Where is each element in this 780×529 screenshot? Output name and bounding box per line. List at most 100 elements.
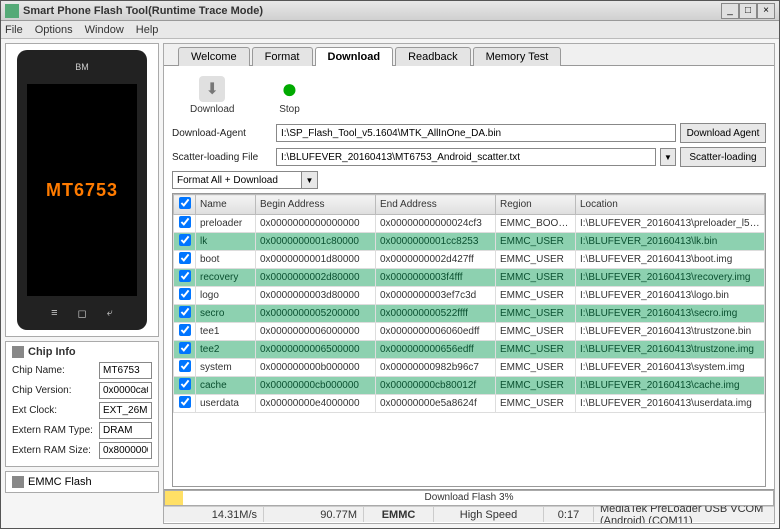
phone-preview: BM MT6753 ≡ ◻ ⤶ bbox=[5, 43, 159, 337]
cell-location: I:\BLUFEVER_20160413\logo.bin bbox=[576, 287, 765, 305]
tab-download[interactable]: Download bbox=[315, 47, 394, 66]
cell-location: I:\BLUFEVER_20160413\lk.bin bbox=[576, 233, 765, 251]
progress-bar: Download Flash 3% bbox=[164, 490, 774, 506]
table-row[interactable]: recovery 0x0000000002d80000 0x0000000003… bbox=[174, 269, 765, 287]
phone-model: MT6753 bbox=[46, 180, 118, 201]
tab-format[interactable]: Format bbox=[252, 47, 313, 66]
menu-file[interactable]: File bbox=[5, 24, 23, 36]
chip-name-field[interactable] bbox=[99, 362, 152, 379]
cell-begin: 0x00000000cb000000 bbox=[256, 377, 376, 395]
table-row[interactable]: system 0x000000000b000000 0x00000000982b… bbox=[174, 359, 765, 377]
header-end[interactable]: End Address bbox=[376, 195, 496, 215]
cell-location: I:\BLUFEVER_20160413\system.img bbox=[576, 359, 765, 377]
cell-name: logo bbox=[196, 287, 256, 305]
chip-icon bbox=[12, 346, 24, 358]
progress-text: Download Flash 3% bbox=[165, 491, 773, 505]
scatter-dropdown-icon[interactable]: ▼ bbox=[660, 148, 676, 166]
tab-memory-test[interactable]: Memory Test bbox=[473, 47, 562, 66]
header-begin[interactable]: Begin Address bbox=[256, 195, 376, 215]
cell-name: preloader bbox=[196, 215, 256, 233]
row-checkbox[interactable] bbox=[179, 270, 191, 282]
stop-button[interactable]: ● Stop bbox=[270, 74, 308, 117]
cell-begin: 0x00000000e4000000 bbox=[256, 395, 376, 413]
download-button[interactable]: ⬇ Download bbox=[184, 74, 240, 117]
row-checkbox[interactable] bbox=[179, 396, 191, 408]
scatter-loading-button[interactable]: Scatter-loading bbox=[680, 147, 766, 167]
row-checkbox[interactable] bbox=[179, 360, 191, 372]
download-mode-field[interactable] bbox=[172, 171, 302, 189]
row-checkbox[interactable] bbox=[179, 234, 191, 246]
menu-options[interactable]: Options bbox=[35, 24, 73, 36]
tab-welcome[interactable]: Welcome bbox=[178, 47, 250, 66]
cell-region: EMMC_USER bbox=[496, 377, 576, 395]
header-checkbox[interactable] bbox=[174, 195, 196, 215]
close-button[interactable]: × bbox=[757, 3, 775, 19]
status-time: 0:17 bbox=[544, 507, 594, 522]
tab-readback[interactable]: Readback bbox=[395, 47, 471, 66]
table-row[interactable]: cache 0x00000000cb000000 0x00000000cb800… bbox=[174, 377, 765, 395]
download-agent-field[interactable] bbox=[276, 124, 676, 142]
download-agent-button[interactable]: Download Agent bbox=[680, 123, 766, 143]
ram-type-field[interactable] bbox=[99, 422, 152, 439]
scatter-file-field[interactable] bbox=[276, 148, 656, 166]
menu-key-icon: ≡ bbox=[51, 307, 57, 319]
chevron-down-icon[interactable]: ▼ bbox=[302, 171, 318, 189]
app-icon bbox=[5, 4, 19, 18]
table-row[interactable]: tee1 0x0000000006000000 0x0000000006060e… bbox=[174, 323, 765, 341]
emmc-panel: EMMC Flash bbox=[5, 471, 159, 493]
status-total: 90.77M bbox=[264, 507, 364, 522]
status-usb-mode: High Speed bbox=[434, 507, 544, 522]
ram-size-field[interactable] bbox=[99, 442, 152, 459]
table-row[interactable]: logo 0x0000000003d80000 0x0000000003ef7c… bbox=[174, 287, 765, 305]
row-checkbox[interactable] bbox=[179, 252, 191, 264]
header-name[interactable]: Name bbox=[196, 195, 256, 215]
cell-begin: 0x0000000002d80000 bbox=[256, 269, 376, 287]
cell-location: I:\BLUFEVER_20160413\trustzone.bin bbox=[576, 323, 765, 341]
row-checkbox[interactable] bbox=[179, 306, 191, 318]
row-checkbox[interactable] bbox=[179, 324, 191, 336]
cell-name: tee2 bbox=[196, 341, 256, 359]
cell-end: 0x0000000006060edff bbox=[376, 323, 496, 341]
window-title: Smart Phone Flash Tool(Runtime Trace Mod… bbox=[23, 5, 721, 17]
row-checkbox[interactable] bbox=[179, 342, 191, 354]
cell-end: 0x00000000e5a8624f bbox=[376, 395, 496, 413]
table-row[interactable]: preloader 0x0000000000000000 0x000000000… bbox=[174, 215, 765, 233]
table-row[interactable]: lk 0x0000000001c80000 0x0000000001cc8253… bbox=[174, 233, 765, 251]
header-region[interactable]: Region bbox=[496, 195, 576, 215]
menu-help[interactable]: Help bbox=[136, 24, 159, 36]
cell-location: I:\BLUFEVER_20160413\cache.img bbox=[576, 377, 765, 395]
ext-clock-field[interactable] bbox=[99, 402, 152, 419]
cell-location: I:\BLUFEVER_20160413\preloader_l5460.bin bbox=[576, 215, 765, 233]
cell-end: 0x0000000002d427ff bbox=[376, 251, 496, 269]
table-row[interactable]: secro 0x0000000005200000 0x000000000522f… bbox=[174, 305, 765, 323]
cell-region: EMMC_USER bbox=[496, 305, 576, 323]
header-location[interactable]: Location bbox=[576, 195, 765, 215]
cell-begin: 0x0000000001d80000 bbox=[256, 251, 376, 269]
row-checkbox[interactable] bbox=[179, 288, 191, 300]
row-checkbox[interactable] bbox=[179, 216, 191, 228]
chip-version-field[interactable] bbox=[99, 382, 152, 399]
table-row[interactable]: boot 0x0000000001d80000 0x0000000002d427… bbox=[174, 251, 765, 269]
app-window: Smart Phone Flash Tool(Runtime Trace Mod… bbox=[0, 0, 780, 529]
chip-info-panel: Chip Info Chip Name: Chip Version: Ext C… bbox=[5, 341, 159, 467]
maximize-button[interactable]: □ bbox=[739, 3, 757, 19]
stop-icon: ● bbox=[276, 76, 302, 102]
cell-begin: 0x000000000b000000 bbox=[256, 359, 376, 377]
phone-brand: BM bbox=[75, 62, 89, 72]
menu-window[interactable]: Window bbox=[85, 24, 124, 36]
ram-type-label: Extern RAM Type: bbox=[12, 425, 96, 436]
cell-name: recovery bbox=[196, 269, 256, 287]
cell-region: EMMC_BOOT_1 bbox=[496, 215, 576, 233]
table-row[interactable]: userdata 0x00000000e4000000 0x00000000e5… bbox=[174, 395, 765, 413]
minimize-button[interactable]: _ bbox=[721, 3, 739, 19]
table-row[interactable]: tee2 0x0000000006500000 0x000000000656ed… bbox=[174, 341, 765, 359]
download-mode-select[interactable]: ▼ bbox=[172, 171, 766, 189]
cell-name: userdata bbox=[196, 395, 256, 413]
cell-name: cache bbox=[196, 377, 256, 395]
cell-end: 0x0000000003ef7c3d bbox=[376, 287, 496, 305]
storage-icon bbox=[12, 476, 24, 488]
row-checkbox[interactable] bbox=[179, 378, 191, 390]
titlebar[interactable]: Smart Phone Flash Tool(Runtime Trace Mod… bbox=[1, 1, 779, 21]
chip-name-label: Chip Name: bbox=[12, 365, 96, 376]
cell-end: 0x00000000982b96c7 bbox=[376, 359, 496, 377]
